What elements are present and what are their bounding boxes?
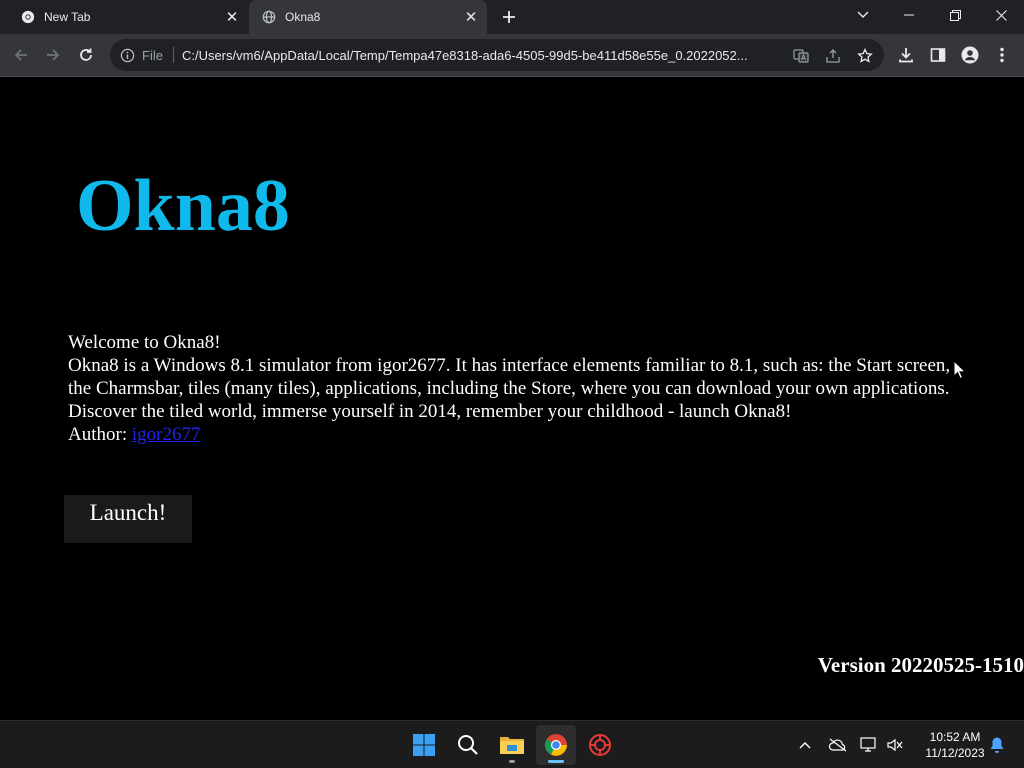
start-button[interactable] (404, 725, 444, 765)
running-indicator (548, 760, 564, 763)
pinned-app-button[interactable] (580, 725, 620, 765)
close-tab-icon[interactable]: ✕ (461, 7, 481, 27)
forward-button[interactable] (40, 42, 66, 68)
tab-new-tab[interactable]: New Tab ✕ (8, 0, 248, 34)
plus-icon (503, 11, 515, 23)
chrome-favicon-icon (20, 9, 36, 25)
minimize-button[interactable] (887, 0, 931, 30)
globe-icon (261, 9, 277, 25)
minimize-icon (904, 14, 914, 16)
translate-icon[interactable] (792, 47, 810, 65)
address-bar[interactable]: File C:/Users/vm6/AppData/Local/Temp/Tem… (110, 39, 884, 71)
tab-okna8[interactable]: Okna8 ✕ (249, 0, 487, 34)
new-tab-button[interactable] (497, 6, 521, 28)
url-divider (172, 47, 174, 63)
network-tray-button[interactable] (859, 735, 879, 755)
onedrive-tray-button[interactable] (828, 735, 848, 755)
cloud-offline-icon (828, 738, 847, 752)
bookmark-star-icon[interactable] (856, 47, 874, 65)
kebab-menu-icon (1000, 47, 1004, 63)
speaker-muted-icon (887, 738, 903, 752)
file-explorer-icon (500, 737, 524, 754)
download-icon (899, 48, 913, 63)
mouse-pointer-icon (953, 359, 967, 384)
windows-start-icon (413, 734, 435, 756)
taskbar-search-button[interactable] (448, 725, 488, 765)
app-icon (589, 734, 611, 756)
version-label: Version 20220525-1510 (817, 653, 1024, 677)
notifications-button[interactable] (987, 735, 1007, 755)
back-button[interactable] (8, 42, 34, 68)
profile-button[interactable] (957, 42, 983, 68)
search-icon (458, 735, 478, 755)
url-text[interactable]: C:/Users/vm6/AppData/Local/Temp/Tempa47e… (182, 48, 786, 63)
clock-time: 10:52 AM (929, 730, 981, 744)
side-panel-icon (930, 48, 946, 62)
launch-button[interactable]: Launch! (64, 495, 192, 543)
page-content: Okna8 Welcome to Okna8! Okna8 is a Windo… (0, 77, 1024, 720)
tab-strip: New Tab ✕ Okna8 ✕ (0, 0, 1024, 34)
bell-icon (990, 737, 1004, 753)
clock-date: 11/12/2023 (925, 746, 985, 760)
reload-button[interactable] (73, 42, 99, 68)
site-info-icon[interactable] (119, 47, 135, 63)
system-clock[interactable]: 10:52 AM 11/12/2023 (915, 729, 995, 761)
page-title: Okna8 (76, 165, 290, 247)
share-icon[interactable] (824, 47, 842, 65)
volume-tray-button[interactable] (885, 735, 905, 755)
reload-icon (80, 48, 92, 61)
chrome-icon (545, 734, 567, 756)
back-arrow-icon (14, 49, 27, 61)
restore-icon (949, 9, 961, 21)
running-indicator (509, 760, 515, 763)
restore-button[interactable] (933, 0, 977, 30)
chrome-taskbar-button[interactable] (536, 725, 576, 765)
author-line: Author: igor2677 (68, 423, 958, 446)
tab-title: Okna8 (285, 10, 321, 24)
description-text: Okna8 is a Windows 8.1 simulator from ig… (68, 355, 951, 399)
file-explorer-button[interactable] (492, 725, 532, 765)
author-label: Author: (68, 424, 128, 445)
tab-search-button[interactable] (841, 0, 885, 30)
url-scheme-label: File (142, 47, 163, 63)
show-hidden-icons-button[interactable] (795, 735, 815, 755)
network-icon (860, 737, 876, 752)
welcome-text: Welcome to Okna8! (68, 332, 221, 353)
side-panel-button[interactable] (925, 42, 951, 68)
browser-toolbar: File C:/Users/vm6/AppData/Local/Temp/Tem… (0, 34, 1024, 77)
profile-icon (961, 46, 979, 64)
windows-taskbar: 10:52 AM 11/12/2023 (0, 720, 1024, 768)
chrome-menu-button[interactable] (989, 42, 1015, 68)
close-window-button[interactable] (979, 0, 1023, 30)
downloads-button[interactable] (893, 42, 919, 68)
close-tab-icon[interactable]: ✕ (222, 7, 242, 27)
forward-arrow-icon (47, 49, 60, 61)
tab-title: New Tab (44, 10, 91, 24)
discover-text: Discover the tiled world, immerse yourse… (68, 401, 792, 422)
chevron-up-icon (799, 742, 811, 749)
author-link[interactable]: igor2677 (132, 424, 201, 445)
chevron-down-icon (857, 11, 869, 18)
intro-text: Welcome to Okna8! Okna8 is a Windows 8.1… (68, 331, 958, 446)
close-icon (995, 9, 1007, 21)
